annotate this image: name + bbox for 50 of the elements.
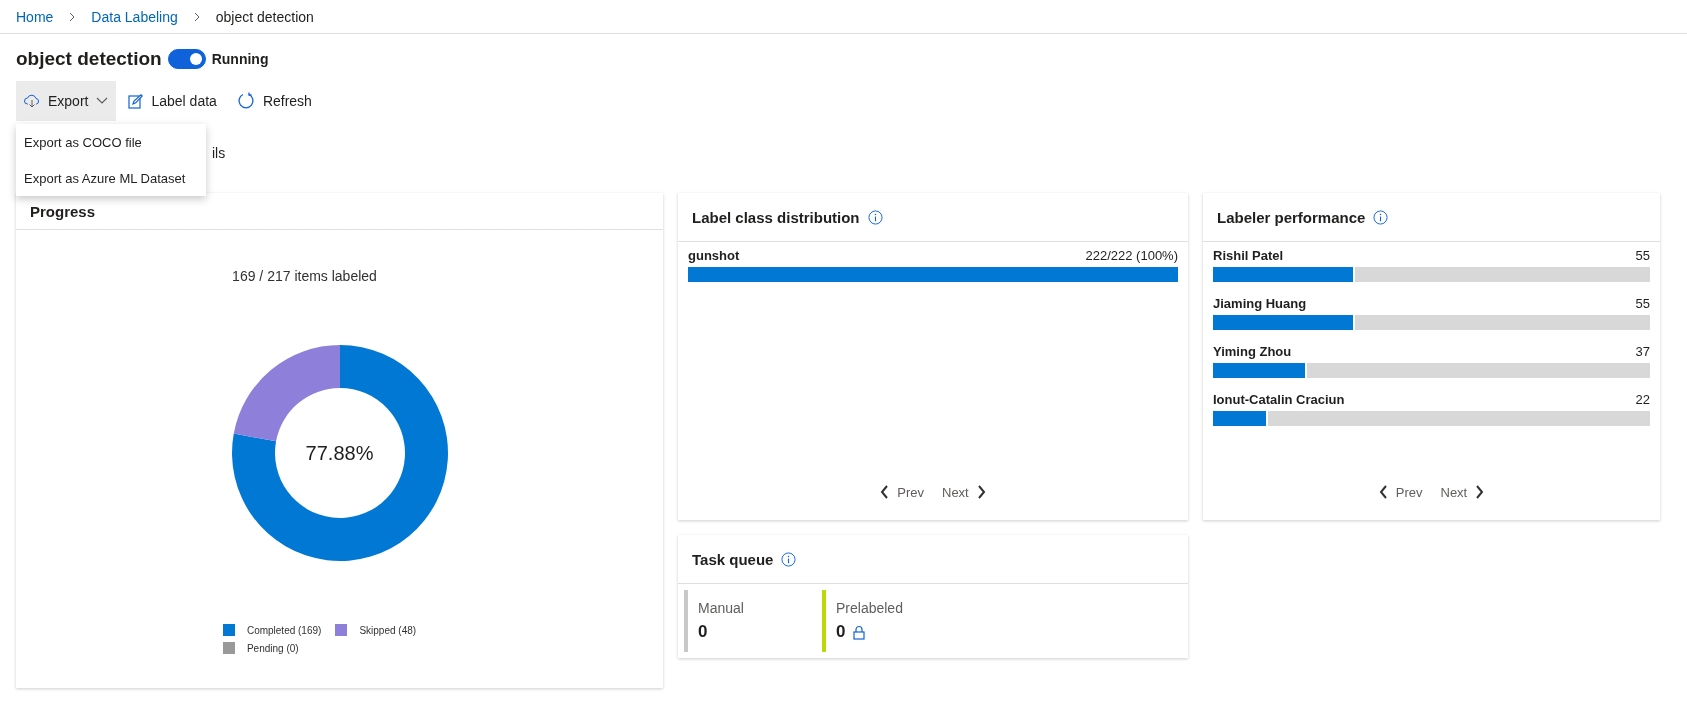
items-summary: 169 / 217 items labeled — [232, 268, 377, 284]
bar-label: gunshot — [688, 248, 740, 263]
export-button[interactable]: Export — [16, 81, 117, 121]
queue-label: Manual — [698, 600, 745, 616]
chevron-left-icon — [880, 485, 890, 499]
breadcrumb-link[interactable]: Data Labeling — [91, 8, 178, 25]
percent-label: 77.88% — [305, 441, 374, 465]
queue-label: Prelabeled — [836, 600, 904, 616]
bar-value: 37 — [1635, 344, 1650, 359]
status-toggle[interactable] — [167, 49, 206, 69]
bar-label: Rishil Patel — [1213, 248, 1284, 263]
queue-count: 0 — [836, 622, 846, 642]
bar-label: Ionut-Catalin Craciun — [1213, 392, 1345, 407]
tab-label[interactable]: ils — [212, 145, 226, 161]
card-title: Task queue — [692, 550, 774, 568]
bar-value: 22 — [1635, 392, 1650, 407]
card-title: Progress — [30, 202, 96, 220]
refresh-button[interactable]: Refresh — [228, 81, 320, 121]
chevron-right-icon — [1475, 485, 1485, 499]
bar-label: Yiming Zhou — [1213, 344, 1292, 359]
legend-label: Completed (169) — [246, 624, 322, 636]
prev-button[interactable]: Prev — [880, 484, 924, 500]
edit-button[interactable]: Label data — [120, 81, 225, 121]
info-icon[interactable] — [1373, 209, 1389, 225]
prev-button[interactable]: Prev — [1378, 484, 1423, 500]
refresh-icon — [236, 92, 255, 110]
caret-icon — [96, 97, 109, 105]
page-title: object detection — [16, 48, 162, 70]
status-label: Running — [211, 51, 269, 67]
edit-icon — [128, 93, 144, 109]
breadcrumb-current: object detection — [215, 8, 314, 25]
breadcrumb-link[interactable]: Home — [16, 8, 54, 25]
bar-value: 55 — [1635, 296, 1650, 311]
card-title: Label class distribution — [692, 208, 860, 226]
queue-count: 0 — [698, 622, 708, 642]
chevron-left-icon — [1378, 485, 1388, 499]
info-icon[interactable] — [781, 551, 797, 567]
legend-label: Pending (0) — [246, 642, 299, 654]
next-button[interactable]: Next — [942, 484, 986, 500]
bar-label: Jiaming Huang — [1213, 296, 1307, 311]
chevron-right-icon — [976, 485, 986, 499]
info-icon[interactable] — [867, 209, 883, 225]
bar-value: 55 — [1635, 248, 1650, 263]
menu-item[interactable]: Export as Azure ML Dataset — [16, 160, 206, 196]
cloud-download-icon — [24, 94, 40, 108]
bar-value: 222/222 (100%) — [1085, 248, 1178, 263]
next-button[interactable]: Next — [1440, 484, 1485, 500]
menu-item[interactable]: Export as COCO file — [16, 124, 206, 160]
legend-label: Skipped (48) — [359, 624, 417, 636]
card-title: Labeler performance — [1217, 208, 1366, 226]
